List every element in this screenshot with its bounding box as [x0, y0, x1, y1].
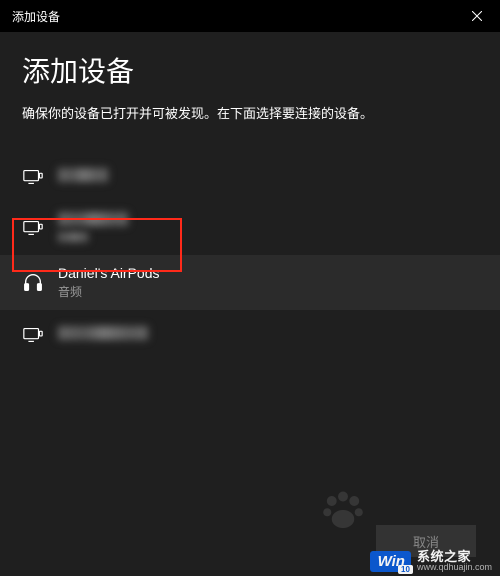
window-title: 添加设备: [12, 8, 60, 25]
display-icon: [22, 166, 44, 188]
device-subtext: 音频: [58, 283, 160, 300]
device-name: [58, 212, 128, 229]
device-name: Daniel's AirPods: [58, 265, 160, 281]
device-item[interactable]: [0, 152, 500, 202]
content-area: 添加设备 确保你的设备已打开并可被发现。在下面选择要连接的设备。: [0, 32, 500, 360]
device-item-airpods[interactable]: Daniel's AirPods 音频: [0, 255, 500, 310]
device-item[interactable]: [0, 310, 500, 360]
watermark-paw-icon: [316, 483, 370, 542]
headphones-icon: [22, 271, 44, 293]
device-subtext: [58, 231, 128, 245]
device-name: [58, 326, 148, 343]
instruction-text: 确保你的设备已打开并可被发现。在下面选择要连接的设备。: [22, 104, 478, 124]
watermark-line2: www.qdhuajin.com: [417, 563, 492, 572]
display-icon: [22, 324, 44, 346]
device-name: [58, 168, 108, 185]
watermark-badge: Win 10: [370, 551, 411, 572]
titlebar: 添加设备: [0, 0, 500, 32]
device-item[interactable]: [0, 202, 500, 255]
close-icon: [472, 11, 482, 21]
display-icon: [22, 217, 44, 239]
device-list: Daniel's AirPods 音频: [0, 152, 500, 360]
page-heading: 添加设备: [22, 50, 478, 90]
close-button[interactable]: [454, 0, 500, 32]
watermark-logo: Win 10 系统之家 www.qdhuajin.com: [370, 550, 492, 572]
